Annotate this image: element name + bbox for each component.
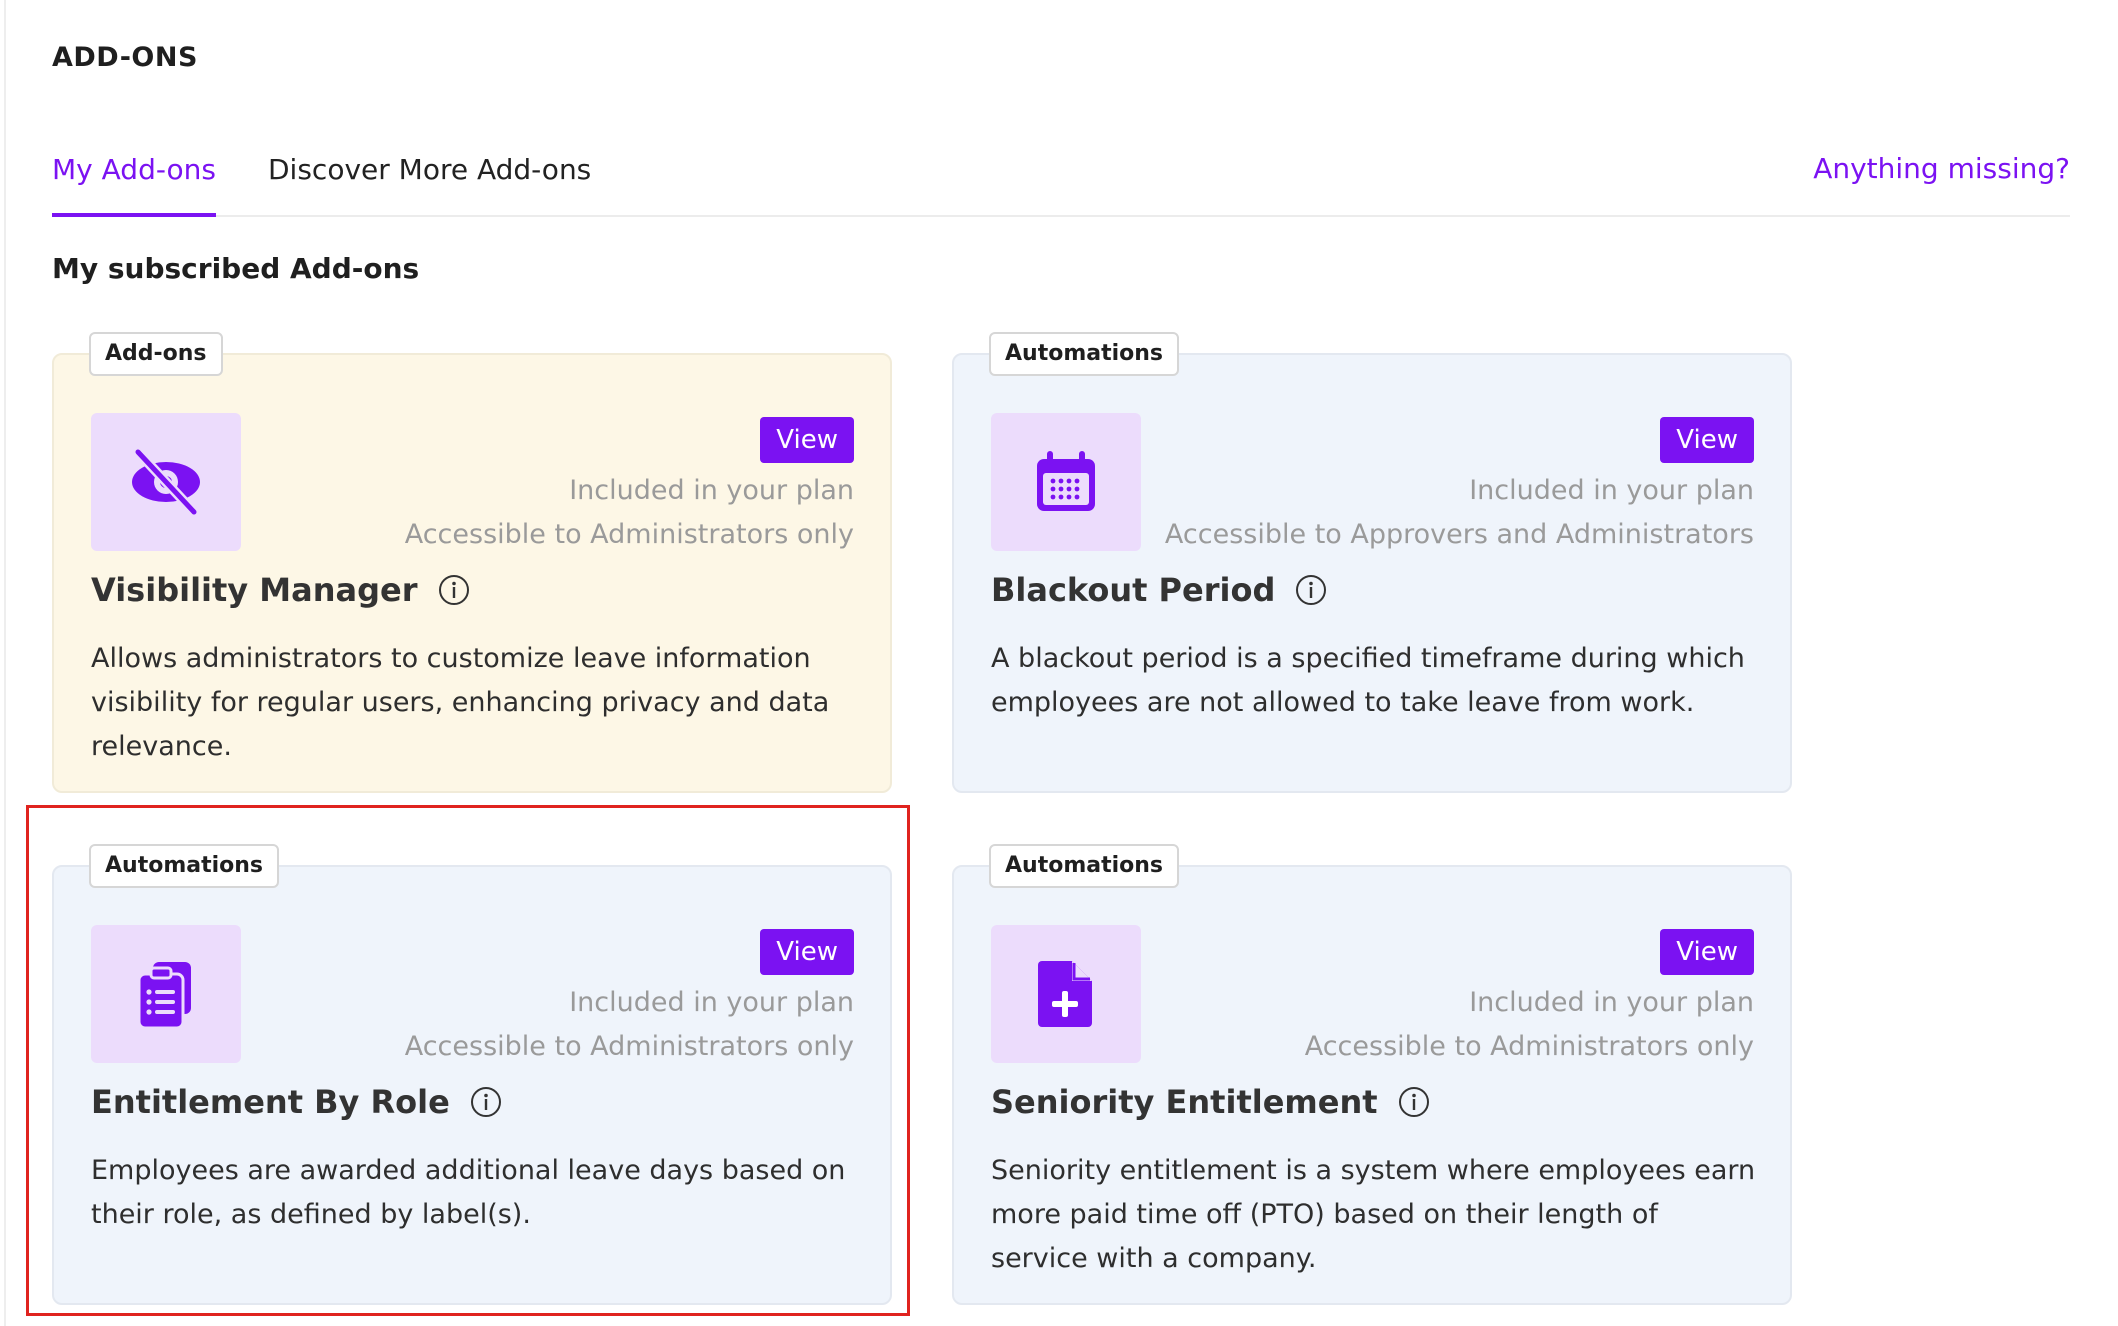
access-note: Accessible to Approvers and Administrato… xyxy=(1164,519,1754,550)
category-badge: Automations xyxy=(989,844,1180,888)
card-title-text: Seniority Entitlement xyxy=(991,1083,1378,1121)
card-description: Seniority entitlement is a system where … xyxy=(991,1155,1756,1274)
card-title: Seniority Entitlement xyxy=(991,1083,1430,1121)
card-title: Blackout Period xyxy=(991,571,1327,609)
category-badge: Automations xyxy=(89,844,280,888)
icon-tile xyxy=(991,925,1141,1063)
info-icon[interactable] xyxy=(470,1086,502,1118)
addon-card-seniority-entitlement: Automations View Included in your plan A… xyxy=(952,844,1792,1306)
card-description: A blackout period is a specified timefra… xyxy=(991,643,1745,718)
file-plus-icon xyxy=(1038,961,1092,1027)
calendar-icon xyxy=(1037,451,1095,511)
access-note: Accessible to Administrators only xyxy=(1304,1031,1754,1062)
info-icon[interactable] xyxy=(1295,574,1327,606)
view-button[interactable]: View xyxy=(1660,929,1754,975)
card-description: Employees are awarded additional leave d… xyxy=(91,1155,846,1230)
card-description: Allows administrators to customize leave… xyxy=(91,643,830,762)
plan-status: Included in your plan xyxy=(1469,987,1754,1018)
tab-my-add-ons[interactable]: My Add-ons xyxy=(52,150,216,217)
icon-tile xyxy=(91,925,241,1063)
view-button[interactable]: View xyxy=(1660,417,1754,463)
category-badge: Automations xyxy=(989,332,1180,376)
access-note: Accessible to Administrators only xyxy=(404,1031,854,1062)
addon-card-visibility-manager: Add-ons View Included in your plan Acces… xyxy=(52,332,892,794)
page-title: ADD-ONS xyxy=(52,42,198,73)
eye-off-icon xyxy=(132,447,200,517)
clipboard-list-icon xyxy=(137,962,191,1030)
category-badge: Add-ons xyxy=(89,332,223,376)
card-title-text: Entitlement By Role xyxy=(91,1083,450,1121)
tab-bar: My Add-ons Discover More Add-ons Anythin… xyxy=(52,150,2070,217)
card-body: View Included in your plan Accessible to… xyxy=(952,353,1792,793)
plan-status: Included in your plan xyxy=(1469,475,1754,506)
view-button[interactable]: View xyxy=(760,929,854,975)
icon-tile xyxy=(991,413,1141,551)
card-body: View Included in your plan Accessible to… xyxy=(952,865,1792,1305)
icon-tile xyxy=(91,413,241,551)
access-note: Accessible to Administrators only xyxy=(404,519,854,550)
section-title: My subscribed Add-ons xyxy=(52,252,420,285)
card-body: View Included in your plan Accessible to… xyxy=(52,353,892,793)
card-title-text: Blackout Period xyxy=(991,571,1276,609)
view-button[interactable]: View xyxy=(760,417,854,463)
anything-missing-link[interactable]: Anything missing? xyxy=(1813,152,2070,185)
plan-status: Included in your plan xyxy=(569,987,854,1018)
card-body: View Included in your plan Accessible to… xyxy=(52,865,892,1305)
plan-status: Included in your plan xyxy=(569,475,854,506)
tab-discover-more-add-ons[interactable]: Discover More Add-ons xyxy=(268,150,591,213)
addon-card-blackout-period: Automations View Included in your plan A… xyxy=(952,332,1792,794)
addon-card-entitlement-by-role: Automations View Included in your plan A… xyxy=(52,844,892,1306)
card-title: Visibility Manager xyxy=(91,571,470,609)
card-title: Entitlement By Role xyxy=(91,1083,502,1121)
info-icon[interactable] xyxy=(438,574,470,606)
card-title-text: Visibility Manager xyxy=(91,571,418,609)
info-icon[interactable] xyxy=(1398,1086,1430,1118)
